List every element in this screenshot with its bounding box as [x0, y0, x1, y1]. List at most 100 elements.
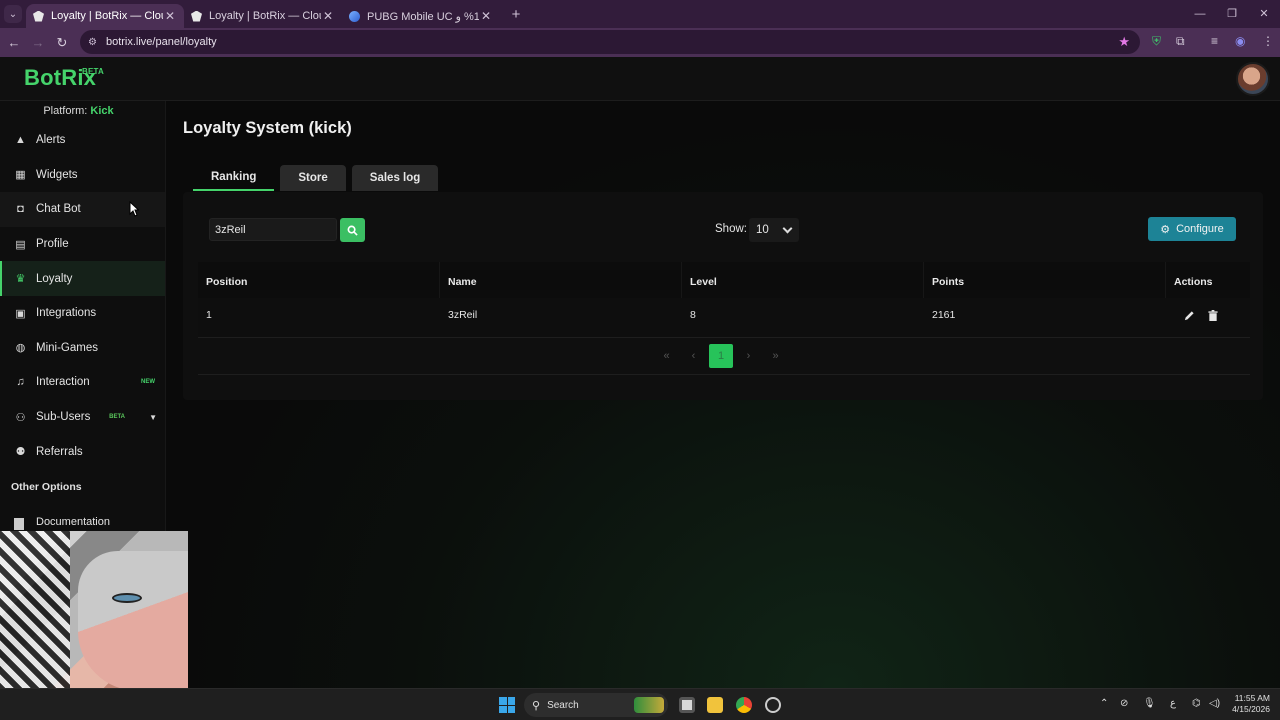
- loyalty-tabs: Ranking Store Sales log: [193, 165, 439, 191]
- column-header: Actions: [1174, 276, 1213, 288]
- tab-search-icon[interactable]: ⌄: [4, 5, 22, 23]
- chrome-icon[interactable]: [736, 697, 752, 713]
- sidebar-item-alerts[interactable]: ▲ Alerts: [0, 123, 165, 158]
- sidebar-item-loyalty[interactable]: ♛ Loyalty: [0, 261, 165, 296]
- browser-tab-1[interactable]: Loyalty | BotRix — Cloud Stream ✕: [26, 4, 184, 28]
- beta-badge: BETA: [82, 67, 104, 76]
- user-avatar[interactable]: [1236, 62, 1270, 96]
- site-info-icon[interactable]: ⚙: [88, 37, 97, 48]
- file-explorer-icon[interactable]: [707, 697, 723, 713]
- column-header[interactable]: Position: [198, 262, 440, 298]
- configure-button[interactable]: ⚙ Configure: [1148, 217, 1236, 241]
- bookmark-star-icon[interactable]: ★: [1118, 34, 1130, 50]
- network-icon[interactable]: ⊘: [1120, 698, 1128, 709]
- browser-tab-strip: ⌄ Loyalty | BotRix — Cloud Stream ✕ Loya…: [0, 0, 1280, 28]
- page-size-value: 10: [756, 224, 769, 236]
- users-icon: ⚇: [15, 411, 26, 424]
- clock[interactable]: 11:55 AM 4/15/2026: [1232, 693, 1270, 715]
- back-icon[interactable]: ←: [2, 35, 26, 50]
- botrix-favicon-icon: [191, 10, 202, 22]
- language-indicator[interactable]: ع: [1170, 698, 1176, 709]
- sidebar-item-widgets[interactable]: ▦ Widgets: [0, 158, 165, 193]
- column-header[interactable]: Level: [682, 262, 924, 298]
- botrix-favicon-icon: [33, 10, 44, 22]
- extensions-puzzle-icon[interactable]: ⧉: [1176, 34, 1185, 50]
- column-header[interactable]: Points: [924, 262, 1166, 298]
- profile-icon[interactable]: ◉: [1235, 34, 1245, 50]
- search-highlight-image: [634, 697, 664, 713]
- wifi-icon[interactable]: ⌬: [1192, 698, 1201, 709]
- sidebar-item-chat-bot[interactable]: ◘ Chat Bot: [0, 192, 165, 227]
- sidebar-item-mini-games[interactable]: ◍ Mini-Games: [0, 331, 165, 366]
- browser-menu-icon[interactable]: ⋮: [1262, 34, 1274, 50]
- browser-tab-3[interactable]: PUBG Mobile UC خصم 10% و ✕: [342, 4, 500, 28]
- robot-icon: ◘: [17, 203, 24, 216]
- page-size-select[interactable]: 10: [749, 218, 799, 242]
- column-header[interactable]: Name: [440, 262, 682, 298]
- integrations-icon: ▣: [15, 307, 26, 320]
- referrals-icon: ⚉: [15, 446, 26, 459]
- search-icon: ⚲: [532, 699, 541, 712]
- tab-store[interactable]: Store: [280, 165, 346, 191]
- close-window-icon[interactable]: ✕: [1248, 0, 1280, 28]
- other-options-heading: Other Options: [11, 480, 82, 493]
- widgets-icon: ▦: [15, 169, 26, 182]
- chevron-down-icon[interactable]: ▼: [149, 413, 157, 422]
- sidebar-item-label: Mini-Games: [36, 341, 98, 354]
- media-controls-icon[interactable]: ≡: [1211, 34, 1218, 50]
- sidebar-item-referrals[interactable]: ⚉ Referrals: [0, 434, 165, 469]
- current-page-button[interactable]: 1: [709, 344, 733, 368]
- address-bar[interactable]: ⚙ botrix.live/panel/loyalty ★: [80, 30, 1140, 54]
- minimize-icon[interactable]: —: [1184, 0, 1216, 28]
- tab-ranking[interactable]: Ranking: [193, 165, 275, 191]
- sidebar-item-profile[interactable]: ▤ Profile: [0, 227, 165, 262]
- prev-page-button[interactable]: ‹: [680, 350, 707, 362]
- platform-value: Kick: [90, 105, 114, 117]
- botrix-logo[interactable]: BotRix BETA: [24, 65, 104, 91]
- microphone-icon[interactable]: 🎙: [1143, 698, 1156, 709]
- tab-sales-log[interactable]: Sales log: [351, 165, 439, 191]
- clock-date: 4/15/2026: [1232, 704, 1270, 714]
- taskbar-search[interactable]: ⚲ Search: [524, 693, 668, 717]
- sidebar-item-integrations[interactable]: ▣ Integrations: [0, 296, 165, 331]
- face-image: [78, 551, 188, 691]
- search-button[interactable]: [340, 218, 365, 242]
- tab-title: PUBG Mobile UC خصم 10% و: [367, 10, 479, 23]
- volume-icon[interactable]: ◁): [1209, 698, 1220, 709]
- eye-image: [112, 593, 142, 603]
- cell-actions: [1166, 298, 1250, 337]
- search-input[interactable]: [209, 218, 337, 241]
- sidebar-item-interaction[interactable]: ♫ Interaction NEW: [0, 365, 165, 400]
- obs-icon[interactable]: [765, 697, 781, 713]
- sidebar-item-label: Alerts: [36, 134, 66, 147]
- sidebar-item-documentation[interactable]: Documentation: [0, 503, 165, 530]
- delete-trash-icon[interactable]: [1208, 310, 1218, 321]
- windows-start-icon[interactable]: [499, 697, 515, 713]
- close-tab-icon[interactable]: ✕: [479, 9, 493, 23]
- last-page-button[interactable]: »: [762, 350, 789, 362]
- gamepad-icon: ◍: [15, 342, 26, 355]
- browser-tab-2[interactable]: Loyalty | BotRix — Cloud Stream ✕: [184, 4, 342, 28]
- forward-icon[interactable]: →: [26, 35, 50, 50]
- reload-icon[interactable]: ↻: [50, 35, 74, 51]
- close-tab-icon[interactable]: ✕: [321, 9, 335, 23]
- new-badge: NEW: [141, 379, 155, 386]
- show-label: Show:: [715, 223, 747, 235]
- trophy-icon: ♛: [15, 273, 26, 286]
- edit-pencil-icon[interactable]: [1184, 310, 1195, 321]
- restore-icon[interactable]: ❐: [1216, 0, 1248, 28]
- close-tab-icon[interactable]: ✕: [163, 9, 177, 23]
- next-page-button[interactable]: ›: [735, 350, 762, 362]
- task-view-icon[interactable]: [679, 697, 695, 713]
- extension-shield-icon[interactable]: ⛨: [1152, 34, 1161, 50]
- platform-indicator: Platform: Kick: [0, 101, 165, 123]
- configure-label: Configure: [1176, 223, 1224, 235]
- sidebar-item-sub-users[interactable]: ⚇ Sub-Users BETA ▼: [0, 400, 165, 435]
- pubg-favicon-icon: [349, 10, 360, 22]
- chevron-up-icon[interactable]: ⌃: [1100, 698, 1108, 709]
- first-page-button[interactable]: «: [653, 350, 680, 362]
- sidebar-item-label: Loyalty: [36, 272, 73, 285]
- music-icon: ♫: [16, 376, 25, 389]
- new-tab-icon[interactable]: +: [504, 6, 528, 23]
- gears-icon: ⚙: [1160, 223, 1171, 236]
